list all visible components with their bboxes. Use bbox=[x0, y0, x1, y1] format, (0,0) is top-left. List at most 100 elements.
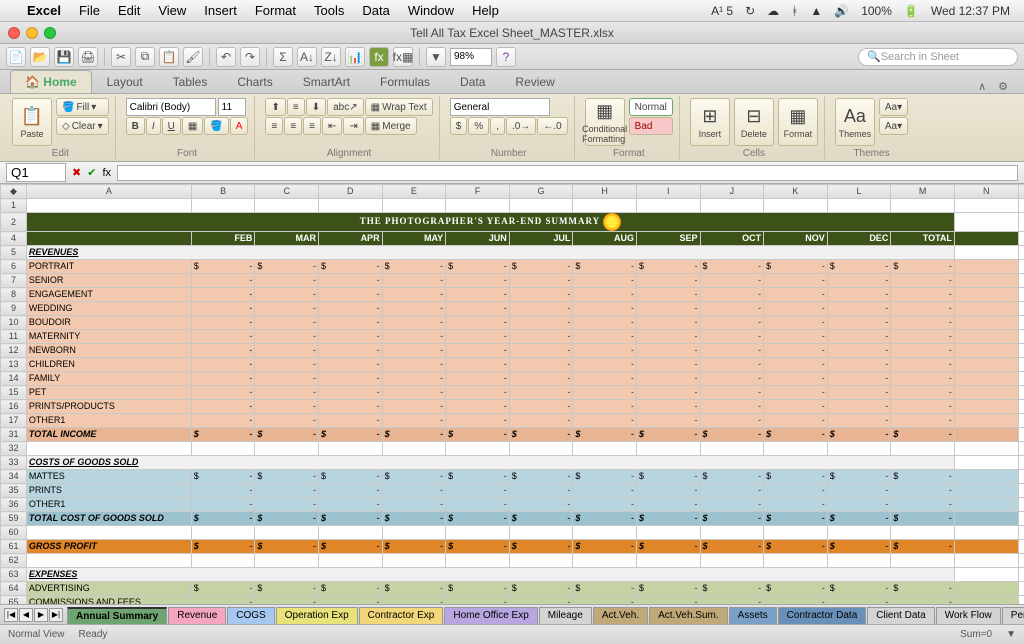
row-header[interactable]: 1 bbox=[1, 199, 27, 213]
orientation-button[interactable]: abc↗ bbox=[327, 98, 364, 116]
style-normal[interactable]: Normal bbox=[629, 98, 673, 116]
cell[interactable]: - bbox=[446, 358, 510, 372]
cell[interactable]: - bbox=[764, 484, 828, 498]
cell[interactable] bbox=[954, 344, 1018, 358]
cell[interactable]: $- bbox=[764, 540, 828, 554]
cell[interactable] bbox=[382, 442, 446, 456]
cell[interactable] bbox=[636, 442, 700, 456]
cell[interactable]: - bbox=[446, 484, 510, 498]
cell[interactable]: - bbox=[636, 386, 700, 400]
cut-icon[interactable]: ✂ bbox=[111, 47, 131, 67]
cell[interactable]: $- bbox=[255, 582, 319, 596]
cell[interactable]: - bbox=[891, 484, 955, 498]
cell[interactable]: - bbox=[891, 316, 955, 330]
align-top-button[interactable]: ⬆ bbox=[265, 98, 285, 116]
tab-tables[interactable]: Tables bbox=[158, 70, 223, 93]
cell[interactable] bbox=[509, 442, 573, 456]
month-header[interactable]: JUN bbox=[446, 232, 510, 246]
cell[interactable]: - bbox=[573, 330, 637, 344]
cell[interactable]: - bbox=[827, 344, 891, 358]
align-center-button[interactable]: ≡ bbox=[284, 117, 302, 135]
confirm-formula-icon[interactable]: ✔ bbox=[87, 166, 96, 179]
open-icon[interactable]: 📂 bbox=[30, 47, 50, 67]
cell[interactable]: - bbox=[509, 358, 573, 372]
cell[interactable]: - bbox=[382, 316, 446, 330]
cell[interactable]: - bbox=[318, 358, 382, 372]
month-header[interactable]: MAR bbox=[255, 232, 319, 246]
cell[interactable] bbox=[954, 358, 1018, 372]
cell[interactable]: - bbox=[382, 274, 446, 288]
cell[interactable]: - bbox=[573, 372, 637, 386]
app-menu[interactable]: Excel bbox=[18, 3, 70, 18]
clear-button[interactable]: ◇ Clear ▾ bbox=[56, 117, 109, 135]
cell[interactable]: $- bbox=[382, 470, 446, 484]
cell[interactable]: $- bbox=[700, 428, 764, 442]
cell[interactable]: $- bbox=[509, 260, 573, 274]
sheet-tab[interactable]: Contractor Data bbox=[778, 607, 867, 624]
cell[interactable]: $- bbox=[255, 260, 319, 274]
row-label[interactable]: COMMISSIONS AND FEES bbox=[26, 596, 191, 605]
formula-input[interactable] bbox=[117, 165, 1018, 181]
cell[interactable] bbox=[954, 316, 1018, 330]
undo-icon[interactable]: ↶ bbox=[216, 47, 236, 67]
cell[interactable] bbox=[636, 526, 700, 540]
cell[interactable] bbox=[700, 526, 764, 540]
row-header[interactable]: 32 bbox=[1, 442, 27, 456]
column-header-K[interactable]: K bbox=[764, 185, 828, 199]
row-header[interactable]: 16 bbox=[1, 400, 27, 414]
cell[interactable] bbox=[1018, 302, 1024, 316]
cell[interactable]: - bbox=[191, 358, 255, 372]
sheet-tab[interactable]: COGS bbox=[227, 607, 274, 624]
row-header[interactable]: 13 bbox=[1, 358, 27, 372]
cell[interactable]: - bbox=[636, 288, 700, 302]
cell[interactable] bbox=[1018, 554, 1024, 568]
cell[interactable]: - bbox=[191, 302, 255, 316]
column-header-M[interactable]: M bbox=[891, 185, 955, 199]
bold-button[interactable]: B bbox=[126, 117, 145, 135]
cell[interactable]: - bbox=[255, 498, 319, 512]
cell[interactable]: - bbox=[382, 344, 446, 358]
cell[interactable]: - bbox=[382, 484, 446, 498]
cell[interactable] bbox=[446, 526, 510, 540]
format-cells-button[interactable]: ▦Format bbox=[778, 98, 818, 146]
cell[interactable] bbox=[1018, 358, 1024, 372]
cell[interactable] bbox=[446, 199, 510, 213]
cell[interactable]: $- bbox=[191, 428, 255, 442]
cell[interactable]: - bbox=[382, 358, 446, 372]
cell[interactable] bbox=[891, 526, 955, 540]
cell[interactable]: - bbox=[382, 414, 446, 428]
cell[interactable] bbox=[318, 199, 382, 213]
sheet-tab[interactable]: Annual Summary bbox=[67, 607, 167, 624]
cell[interactable]: - bbox=[636, 344, 700, 358]
cell[interactable]: $- bbox=[255, 540, 319, 554]
cell[interactable]: - bbox=[764, 400, 828, 414]
row-header[interactable]: 36 bbox=[1, 498, 27, 512]
cell[interactable]: - bbox=[700, 400, 764, 414]
cell[interactable] bbox=[954, 470, 1018, 484]
cell[interactable] bbox=[1018, 199, 1024, 213]
cell[interactable] bbox=[1018, 512, 1024, 526]
cell[interactable]: - bbox=[446, 372, 510, 386]
cell[interactable] bbox=[573, 199, 637, 213]
cell[interactable]: - bbox=[446, 288, 510, 302]
cell[interactable] bbox=[954, 274, 1018, 288]
cell[interactable]: - bbox=[509, 330, 573, 344]
sheet-tab[interactable]: Revenue bbox=[168, 607, 226, 624]
cell[interactable]: - bbox=[446, 596, 510, 605]
cell[interactable]: - bbox=[827, 372, 891, 386]
cell[interactable]: - bbox=[382, 330, 446, 344]
cell[interactable]: $- bbox=[191, 540, 255, 554]
cell[interactable]: - bbox=[891, 386, 955, 400]
cell[interactable]: $- bbox=[700, 512, 764, 526]
cell[interactable]: - bbox=[509, 372, 573, 386]
fill-color-button[interactable]: 🪣 bbox=[204, 117, 228, 135]
tab-charts[interactable]: Charts bbox=[222, 70, 287, 93]
cell[interactable] bbox=[700, 442, 764, 456]
cell[interactable] bbox=[954, 540, 1018, 554]
row-label[interactable]: PRINTS/PRODUCTS bbox=[26, 400, 191, 414]
column-header-B[interactable]: B bbox=[191, 185, 255, 199]
cell[interactable] bbox=[446, 442, 510, 456]
cell[interactable]: $- bbox=[636, 260, 700, 274]
cell[interactable]: - bbox=[827, 484, 891, 498]
cell[interactable]: - bbox=[509, 274, 573, 288]
